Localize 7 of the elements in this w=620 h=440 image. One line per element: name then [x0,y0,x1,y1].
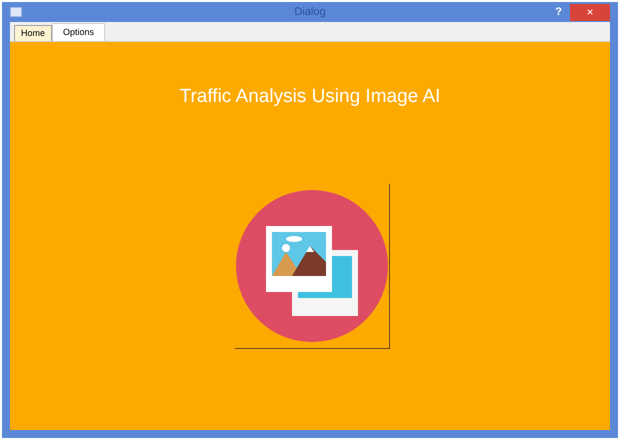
app-icon [10,7,22,17]
close-button[interactable]: × [570,4,610,20]
help-button[interactable]: ? [555,4,562,20]
window-title: Dialog [294,4,326,20]
tab[interactable]: Options [52,23,106,41]
tab[interactable]: Home [14,25,52,41]
heading: Traffic Analysis Using Image AI [180,85,440,109]
